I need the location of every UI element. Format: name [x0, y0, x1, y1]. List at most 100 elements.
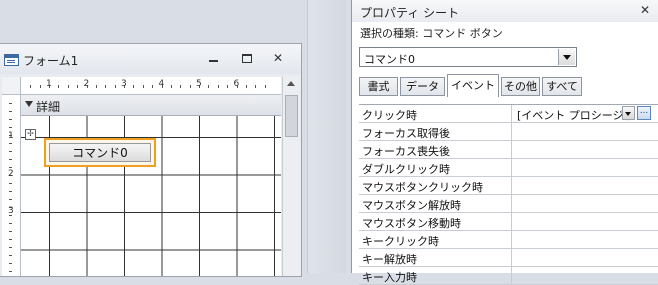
- command-button-control[interactable]: コマンド0: [44, 138, 156, 167]
- object-selector[interactable]: コマンド0: [359, 47, 577, 67]
- property-row[interactable]: ダブルクリック時: [359, 159, 658, 177]
- column-divider: [511, 141, 512, 158]
- ruler-tick: [9, 111, 12, 112]
- close-icon: ✕: [272, 51, 284, 65]
- property-sheet: プロパティ シート ✕ 選択の種類: コマンド ボタン コマンド0 書式 データ…: [351, 0, 658, 285]
- object-selector-value: コマンド0: [364, 53, 415, 66]
- ruler-tick: [39, 85, 41, 88]
- property-row[interactable]: キークリック時: [359, 231, 658, 249]
- ruler-tick: [30, 85, 32, 88]
- ruler-tick: [245, 85, 247, 88]
- tab-other[interactable]: その他: [501, 77, 540, 96]
- column-divider: [511, 123, 512, 140]
- ruler-tick: [180, 85, 182, 88]
- form-icon: [4, 54, 19, 66]
- property-row[interactable]: キー入力時: [359, 267, 658, 285]
- ruler-tick: [9, 255, 12, 256]
- property-name: ダブルクリック時: [362, 163, 450, 176]
- ruler-tick: [9, 223, 12, 224]
- horizontal-ruler[interactable]: 1 2 3 4 5 6: [21, 77, 281, 95]
- form-title: フォーム1: [23, 54, 79, 68]
- close-button[interactable]: ✕: [267, 50, 289, 66]
- ruler-tick: [9, 103, 12, 104]
- ruler-tick: [9, 127, 12, 128]
- property-row[interactable]: キー解放時: [359, 249, 658, 267]
- column-divider: [511, 213, 512, 230]
- ruler-tick: [264, 85, 266, 88]
- ruler-tick: [9, 159, 12, 160]
- property-name: キークリック時: [362, 235, 439, 248]
- section-label: 詳細: [36, 100, 61, 114]
- property-row[interactable]: マウスボタン移動時: [359, 213, 658, 231]
- maximize-icon: [242, 54, 252, 63]
- builder-button[interactable]: ...: [637, 106, 651, 120]
- property-row-on-click[interactable]: クリック時 [イベント プロシージャ ...: [359, 105, 658, 123]
- ruler-tick: [9, 191, 12, 192]
- property-name: フォーカス取得後: [362, 127, 450, 140]
- ruler-tick: [217, 85, 219, 88]
- ruler-tick: [9, 271, 12, 272]
- chevron-down-icon[interactable]: [558, 49, 575, 65]
- ruler-tick: [9, 151, 12, 152]
- workspace-separator: [307, 0, 346, 273]
- close-icon[interactable]: ✕: [638, 3, 652, 17]
- property-row[interactable]: マウスボタン解放時: [359, 195, 658, 213]
- vertical-scrollbar[interactable]: [282, 77, 300, 276]
- ruler-number: 4: [158, 79, 165, 89]
- column-divider: [511, 249, 512, 266]
- ruler-tick: [142, 85, 144, 88]
- ruler-tick: [208, 85, 210, 88]
- ruler-number: 1: [8, 131, 14, 141]
- ruler-tick: [9, 119, 12, 120]
- vertical-ruler[interactable]: 1 2 3: [2, 95, 21, 276]
- scroll-thumb[interactable]: [285, 95, 298, 137]
- column-divider: [511, 159, 512, 176]
- ruler-number: 3: [121, 79, 127, 89]
- ruler-number: 3: [8, 206, 14, 216]
- property-name: キー入力時: [362, 271, 417, 284]
- property-name: フォーカス喪失後: [362, 145, 450, 158]
- maximize-button[interactable]: [236, 50, 258, 66]
- property-grid: クリック時 [イベント プロシージャ ... フォーカス取得後 フォーカス喪失後…: [359, 104, 658, 285]
- tab-event[interactable]: イベント: [447, 74, 499, 97]
- ruler-tick: [9, 231, 12, 232]
- ruler-tick: [255, 85, 257, 88]
- ruler-tick: [189, 85, 191, 88]
- ruler-tick: [9, 199, 12, 200]
- property-row[interactable]: フォーカス喪失後: [359, 141, 658, 159]
- column-divider: [511, 231, 512, 248]
- column-divider: [511, 267, 512, 284]
- ruler-tick: [77, 85, 79, 88]
- property-row[interactable]: マウスボタンクリック時: [359, 177, 658, 195]
- ruler-tick: [9, 143, 12, 144]
- minimize-button[interactable]: [202, 50, 224, 66]
- ruler-tick: [67, 85, 69, 88]
- property-sheet-title-bar[interactable]: プロパティ シート ✕: [352, 0, 658, 22]
- column-divider: [511, 195, 512, 212]
- chevron-down-icon[interactable]: [622, 106, 635, 120]
- ruler-number: 6: [233, 79, 240, 89]
- tab-data[interactable]: データ: [400, 77, 445, 96]
- ruler-tick: [105, 85, 107, 88]
- ruler-corner[interactable]: [2, 77, 21, 95]
- property-row[interactable]: フォーカス取得後: [359, 123, 658, 141]
- minimize-icon: [208, 59, 218, 62]
- move-handle-icon[interactable]: ✢: [25, 129, 36, 140]
- property-name: マウスボタン移動時: [362, 217, 461, 230]
- ruler-tick: [170, 85, 172, 88]
- property-value[interactable]: [イベント プロシージャ: [517, 107, 634, 123]
- ruler-number: 5: [196, 79, 202, 89]
- property-name: マウスボタン解放時: [362, 199, 461, 212]
- ruler-tick: [95, 85, 97, 88]
- property-sheet-title: プロパティ シート: [360, 6, 460, 20]
- scroll-up-icon[interactable]: [287, 81, 295, 86]
- detail-section-bar[interactable]: 詳細: [21, 95, 281, 116]
- property-name: マウスボタンクリック時: [362, 181, 483, 194]
- tab-all[interactable]: すべて: [542, 77, 582, 96]
- ruler-number: 2: [83, 79, 90, 89]
- form-title-bar[interactable]: フォーム1 ✕: [0, 44, 301, 74]
- ruler-tick: [58, 85, 60, 88]
- collapse-arrow-icon: [25, 101, 33, 107]
- ruler-tick: [9, 247, 12, 248]
- tab-format[interactable]: 書式: [359, 77, 398, 96]
